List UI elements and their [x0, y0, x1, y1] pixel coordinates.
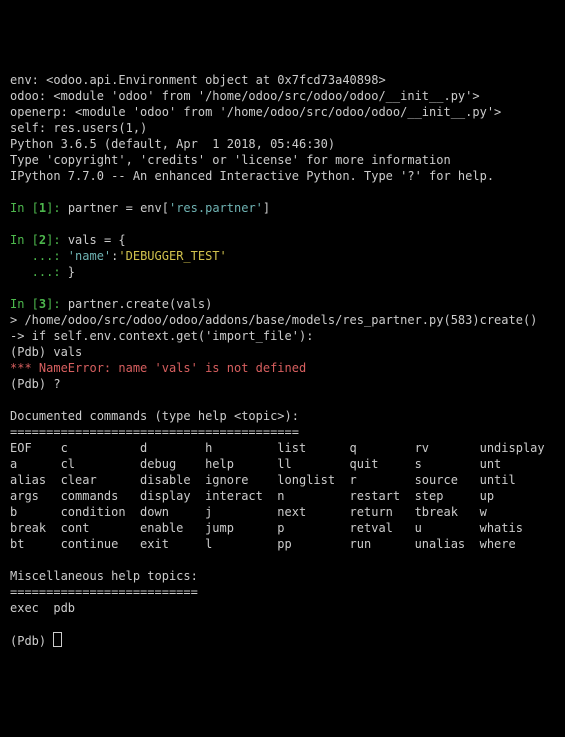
in2-close: }	[68, 265, 75, 279]
odoo-line: odoo: <module 'odoo' from '/home/odoo/sr…	[10, 89, 480, 103]
in-prompt-2: In [	[10, 233, 39, 247]
help-sep1: ========================================	[10, 425, 299, 439]
env-line: env: <odoo.api.Environment object at 0x7…	[10, 73, 386, 87]
pdb-cmd-help: (Pdb) ?	[10, 377, 61, 391]
help-title: Documented commands (type help <topic>):	[10, 409, 299, 423]
in2-val: 'DEBUGGER_TEST'	[118, 249, 226, 263]
help-row-4: args commands display interact n restart…	[10, 489, 494, 503]
help-row-2: a cl debug help ll quit s unt	[10, 457, 501, 471]
trace-file: > /home/odoo/src/odoo/odoo/addons/base/m…	[10, 313, 537, 327]
in-prompt-3b: ]:	[46, 297, 68, 311]
copyright-line: Type 'copyright', 'credits' or 'license'…	[10, 153, 451, 167]
in3-code: partner.create(vals)	[68, 297, 213, 311]
ipython-line: IPython 7.7.0 -- An enhanced Interactive…	[10, 169, 494, 183]
help-row-6: break cont enable jump p retval u whatis	[10, 521, 523, 535]
in2-cont-b: ...:	[10, 265, 68, 279]
pdb-cmd-vals: (Pdb) vals	[10, 345, 82, 359]
in1-string: 'res.partner'	[169, 201, 263, 215]
python-line: Python 3.6.5 (default, Apr 1 2018, 05:46…	[10, 137, 335, 151]
openerp-line: openerp: <module 'odoo' from '/home/odoo…	[10, 105, 501, 119]
pdb-prompt[interactable]: (Pdb)	[10, 634, 53, 648]
in2-code: vals = {	[68, 233, 126, 247]
in2-key: 'name'	[68, 249, 111, 263]
misc-cmds: exec pdb	[10, 601, 75, 615]
help-row-5: b condition down j next return tbreak w	[10, 505, 487, 519]
in-prompt-1: In [	[10, 201, 39, 215]
misc-sep: ==========================	[10, 585, 198, 599]
help-row-3: alias clear disable ignore longlist r so…	[10, 473, 516, 487]
help-row-7: bt continue exit l pp run unalias where	[10, 537, 516, 551]
in-prompt-3: In [	[10, 297, 39, 311]
trace-line: -> if self.env.context.get('import_file'…	[10, 329, 313, 343]
in-prompt-2b: ]:	[46, 233, 68, 247]
cursor[interactable]	[53, 632, 62, 647]
in-prompt-1b: ]:	[46, 201, 68, 215]
misc-title: Miscellaneous help topics:	[10, 569, 198, 583]
in1-code-a: partner = env[	[68, 201, 169, 215]
self-line: self: res.users(1,)	[10, 121, 147, 135]
terminal-output[interactable]: env: <odoo.api.Environment object at 0x7…	[10, 72, 555, 649]
help-row-1: EOF c d h list q rv undisplay	[10, 441, 545, 455]
name-error: *** NameError: name 'vals' is not define…	[10, 361, 306, 375]
in1-code-b: ]	[263, 201, 270, 215]
in2-cont-a: ...:	[10, 249, 68, 263]
